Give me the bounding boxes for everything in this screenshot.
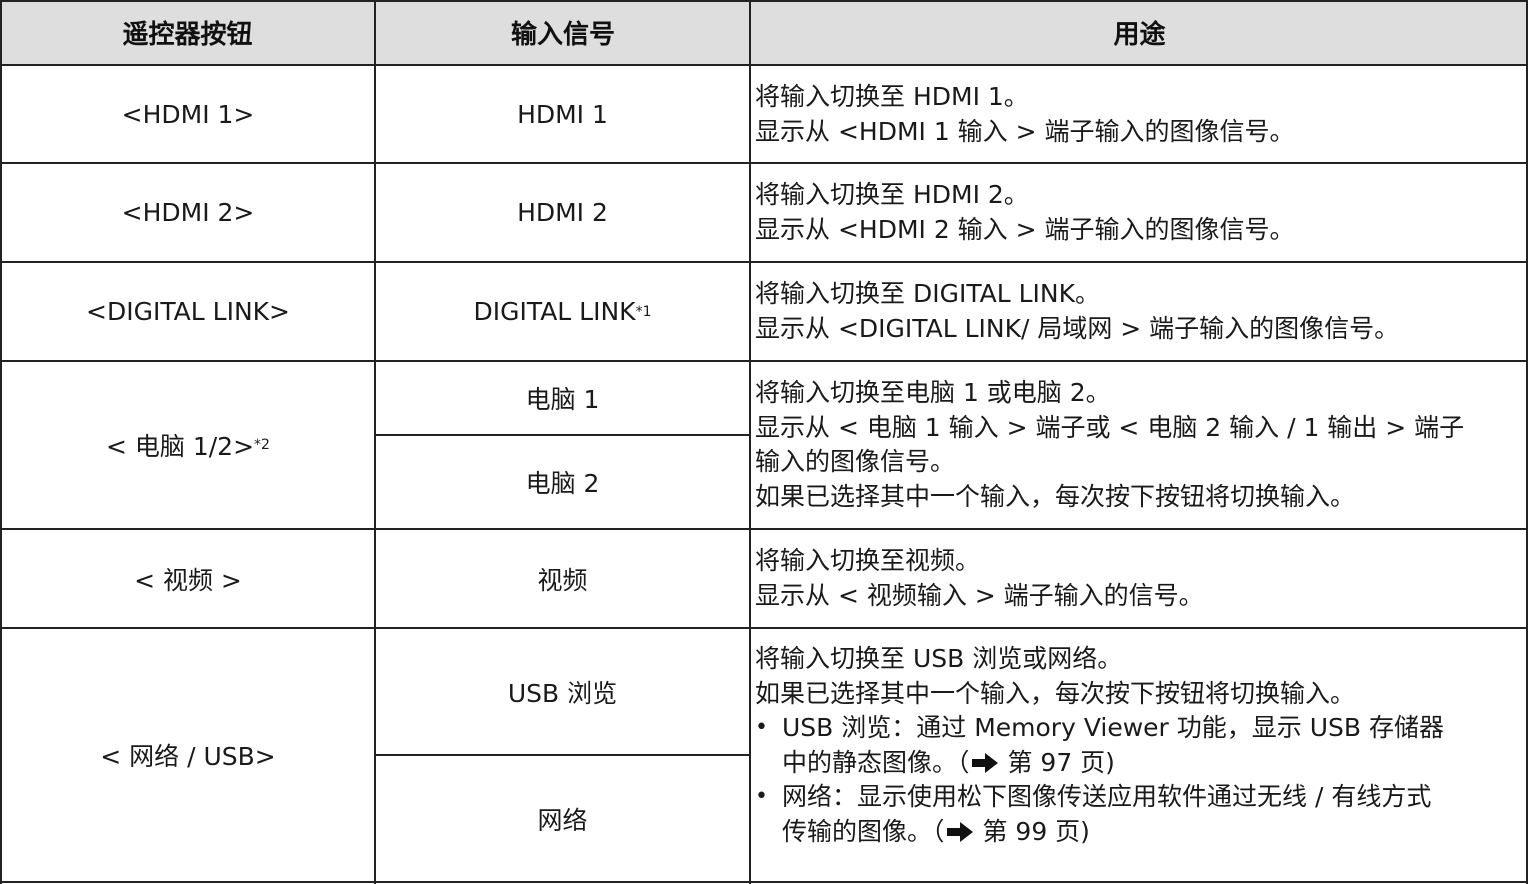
bullet-item-usb-viewer: • USB 浏览：通过 Memory Viewer 功能，显示 USB 存储器 … <box>755 711 1525 780</box>
signal-cell-hdmi2: HDMI 2 <box>517 198 608 227</box>
signal-cell-digital-link: DIGITAL LINK *1 <box>473 297 652 326</box>
bullet-text: 中的静态图像。（ <box>782 747 970 777</box>
bullet-line: 中的静态图像。（ 第 97 页) <box>782 746 1444 781</box>
purpose-line: 将输入切换至 HDMI 1。 <box>755 82 1029 111</box>
header-purpose: 用途 <box>751 0 1528 64</box>
bullet-text: 传输的图像。（ <box>782 816 945 846</box>
bullet-icon: • <box>755 715 768 740</box>
purpose-line: 输入的图像信号。 <box>755 447 956 476</box>
button-cell-hdmi2: <HDMI 2> <box>121 198 255 227</box>
input-selection-table: 遥控器按钮 输入信号 用途 <HDMI 1> HDMI 1 将输入切换至 HDM… <box>0 0 1528 884</box>
right-arrow-icon <box>971 752 998 773</box>
button-cell-computer: < 电脑 1/2> *2 <box>2 362 374 528</box>
header-input-signal: 输入信号 <box>376 0 750 64</box>
purpose-line: 将输入切换至 HDMI 2。 <box>755 180 1029 209</box>
purpose-cell-hdmi1: 将输入切换至 HDMI 1。 显示从 <HDMI 1 输入 > 端子输入的图像信… <box>755 80 1525 149</box>
purpose-line: 显示从 <HDMI 1 输入 > 端子输入的图像信号。 <box>755 116 1295 146</box>
bullet-item-network: • 网络：显示使用松下图像传送应用软件通过无线 / 有线方式 传输的图像。（ 第… <box>755 780 1525 849</box>
purpose-line: 将输入切换至视频。 <box>755 546 981 575</box>
signal-label: DIGITAL LINK <box>473 297 636 326</box>
purpose-line: 如果已选择其中一个输入，每次按下按钮将切换输入。 <box>755 678 1356 708</box>
button-cell-digital-link: <DIGITAL LINK> <box>86 297 290 326</box>
signal-cell-hdmi1: HDMI 1 <box>517 99 608 129</box>
purpose-line: 将输入切换至 DIGITAL LINK。 <box>755 279 1101 308</box>
signal-cell-usb-viewer: USB 浏览 <box>507 678 618 708</box>
page-reference: 第 97 页) <box>999 747 1115 777</box>
button-cell-hdmi1: <HDMI 1> <box>121 99 255 129</box>
purpose-line: 显示从 <HDMI 2 输入 > 端子输入的图像信号。 <box>755 214 1295 244</box>
button-label: < 电脑 1/2> <box>106 432 255 461</box>
bullet-line: 传输的图像。（ 第 99 页) <box>782 815 1431 850</box>
column-divider <box>749 0 751 884</box>
bullet-icon: • <box>755 784 768 809</box>
purpose-cell-digital-link: 将输入切换至 DIGITAL LINK。 显示从 <DIGITAL LINK/ … <box>755 277 1525 346</box>
bullet-line: USB 浏览：通过 Memory Viewer 功能，显示 USB 存储器 <box>782 713 1444 742</box>
bullet-line: 网络：显示使用松下图像传送应用软件通过无线 / 有线方式 <box>782 782 1432 811</box>
signal-cell-computer2: 电脑 2 <box>525 469 600 498</box>
purpose-cell-video: 将输入切换至视频。 显示从 < 视频输入 > 端子输入的信号。 <box>755 544 1525 613</box>
purpose-cell-network-usb: 将输入切换至 USB 浏览或网络。 如果已选择其中一个输入，每次按下按钮将切换输… <box>755 642 1525 856</box>
purpose-line: 显示从 < 电脑 1 输入 > 端子或 < 电脑 2 输入 / 1 输出 > 端… <box>755 412 1465 442</box>
page-reference: 第 99 页) <box>974 816 1090 846</box>
purpose-cell-hdmi2: 将输入切换至 HDMI 2。 显示从 <HDMI 2 输入 > 端子输入的图像信… <box>755 178 1525 247</box>
signal-cell-network: 网络 <box>537 805 588 835</box>
purpose-cell-computer: 将输入切换至电脑 1 或电脑 2。 显示从 < 电脑 1 输入 > 端子或 < … <box>755 376 1525 514</box>
header-remote-button: 遥控器按钮 <box>0 0 375 64</box>
purpose-line: 如果已选择其中一个输入，每次按下按钮将切换输入。 <box>755 481 1356 511</box>
right-arrow-icon <box>946 821 973 842</box>
purpose-line: 将输入切换至电脑 1 或电脑 2。 <box>755 378 1111 407</box>
purpose-line: 将输入切换至 USB 浏览或网络。 <box>755 644 1123 673</box>
signal-cell-computer1: 电脑 1 <box>525 385 600 414</box>
table-border-bottom <box>0 881 1528 883</box>
button-cell-video: < 视频 > <box>134 565 242 595</box>
purpose-line: 显示从 <DIGITAL LINK/ 局域网 > 端子输入的图像信号。 <box>755 313 1400 343</box>
button-cell-network-usb: < 网络 / USB> <box>100 742 276 771</box>
purpose-line: 显示从 < 视频输入 > 端子输入的信号。 <box>755 580 1204 610</box>
signal-cell-video: 视频 <box>537 565 588 595</box>
table-border-top <box>0 0 1528 2</box>
